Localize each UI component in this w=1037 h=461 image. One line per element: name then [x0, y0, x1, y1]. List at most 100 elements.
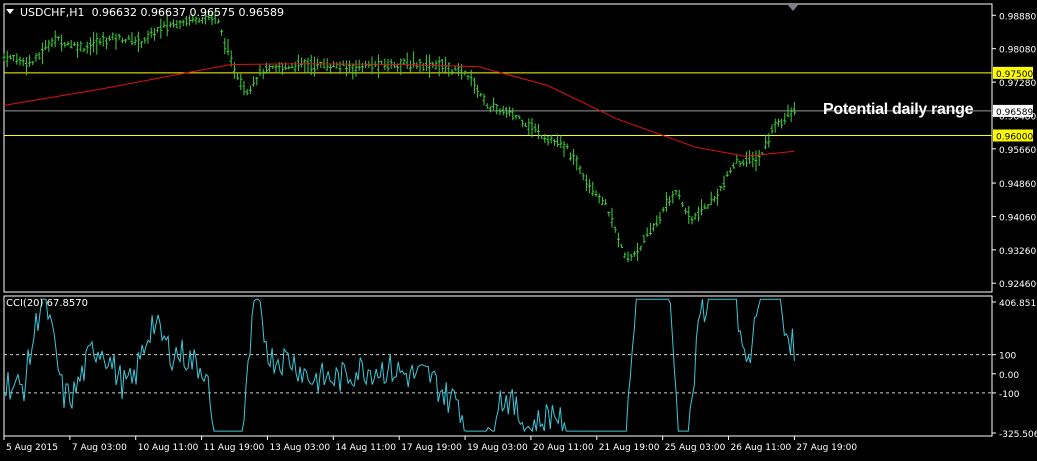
- price-bar: [418, 58, 422, 74]
- price-bar: [466, 75, 470, 80]
- price-bar: [668, 196, 672, 206]
- price-bar: [424, 54, 428, 72]
- time-tick-label: 21 Aug 19:00: [599, 443, 660, 453]
- price-bar: [552, 139, 556, 146]
- price-bar: [319, 61, 323, 68]
- price-bar: [568, 152, 572, 161]
- price-bar: [348, 60, 352, 74]
- price-bar: [575, 155, 579, 171]
- price-bar: [530, 117, 534, 138]
- price-bar: [536, 124, 540, 140]
- price-bar: [226, 38, 230, 56]
- price-bar: [63, 41, 67, 48]
- price-bar: [447, 62, 451, 77]
- price-bar: [351, 63, 355, 80]
- price-bar: [604, 199, 608, 205]
- current-price-label: 0.96589: [996, 108, 1033, 118]
- price-bar: [140, 41, 144, 49]
- price-bar: [236, 72, 240, 80]
- price-bar: [732, 162, 736, 169]
- price-bar: [152, 27, 156, 41]
- price-bar: [690, 216, 694, 225]
- price-bar: [306, 57, 310, 74]
- price-bar: [671, 190, 675, 204]
- price-bar: [709, 191, 713, 206]
- price-bar: [252, 76, 256, 87]
- price-bar: [476, 84, 480, 98]
- price-bar: [437, 56, 441, 77]
- chart-header: USDCHF,H1 0.96632 0.96637 0.96575 0.9658…: [20, 6, 284, 19]
- price-bar: [492, 97, 496, 111]
- price-bar: [776, 118, 780, 127]
- price-bar: [53, 30, 57, 48]
- price-bar: [12, 54, 16, 62]
- ohlc-values: 0.96632 0.96637 0.96575 0.96589: [91, 6, 285, 19]
- price-bar: [658, 211, 662, 224]
- price-bar: [149, 27, 153, 38]
- price-bar: [456, 63, 460, 76]
- price-bar: [655, 215, 659, 227]
- price-bar: [255, 76, 259, 86]
- price-bar: [751, 151, 755, 168]
- price-bar: [712, 195, 716, 202]
- moving-average-line: [3, 63, 795, 157]
- price-bar: [296, 54, 300, 72]
- price-bar: [175, 20, 179, 29]
- price-bar: [757, 149, 761, 166]
- price-bar: [450, 69, 454, 76]
- price-bar: [8, 54, 12, 60]
- price-tick-label: 0.93260: [999, 247, 1036, 257]
- cci-tick-label: 0.00: [999, 371, 1019, 381]
- symbol-menu-icon[interactable]: [6, 9, 14, 14]
- price-bar: [706, 203, 710, 209]
- price-bar: [444, 57, 448, 73]
- price-bar: [792, 101, 796, 116]
- price-bar: [261, 68, 265, 80]
- price-bar: [380, 60, 384, 65]
- price-bar: [508, 106, 512, 117]
- price-bar: [623, 252, 627, 259]
- price-bar: [520, 119, 524, 128]
- price-bar: [178, 19, 182, 30]
- price-bar: [533, 123, 537, 133]
- price-bar: [770, 124, 774, 134]
- price-bar: [748, 150, 752, 164]
- chart-window[interactable]: 0.98880 0.98080 0.97280 0.96480 0.95660 0.948…: [0, 0, 1037, 457]
- price-tick-label: 0.97280: [999, 79, 1036, 89]
- price-bar: [780, 118, 784, 129]
- price-bar: [728, 167, 732, 174]
- time-tick-label: 26 Aug 11:00: [731, 443, 792, 453]
- price-bar: [428, 54, 432, 78]
- price-bar: [162, 21, 166, 28]
- annotation-text[interactable]: Potential daily range: [823, 101, 973, 119]
- price-bar: [88, 37, 92, 56]
- chart-canvas[interactable]: 0.988800.980800.972800.964800.956600.948…: [0, 0, 1037, 457]
- price-bar: [335, 62, 339, 69]
- price-bar: [220, 29, 224, 36]
- price-bar: [556, 134, 560, 148]
- price-bar: [370, 56, 374, 75]
- price-bar: [354, 60, 358, 77]
- indicator-label: CCI(20) 67.8570: [6, 298, 88, 309]
- price-bar: [15, 53, 19, 65]
- price-bar: [338, 61, 342, 75]
- price-bar: [274, 64, 278, 73]
- price-bar: [600, 196, 604, 206]
- price-bar: [156, 26, 160, 33]
- price-bar: [620, 244, 624, 248]
- price-bar: [143, 37, 147, 44]
- price-panel-border: [3, 3, 993, 293]
- price-bar: [18, 56, 22, 66]
- price-bar: [127, 35, 131, 40]
- price-bar: [773, 118, 777, 133]
- chart-shift-marker-icon[interactable]: [788, 5, 798, 11]
- time-tick-label: 7 Aug 03:00: [72, 443, 127, 453]
- price-bar: [693, 212, 697, 220]
- price-bar: [591, 181, 595, 197]
- time-tick-label: 17 Aug 19:00: [401, 443, 462, 453]
- price-bar: [98, 37, 102, 46]
- price-bar: [565, 143, 569, 150]
- price-bar: [312, 56, 316, 77]
- price-tick-label: 0.98080: [999, 46, 1036, 56]
- price-bar: [258, 64, 262, 77]
